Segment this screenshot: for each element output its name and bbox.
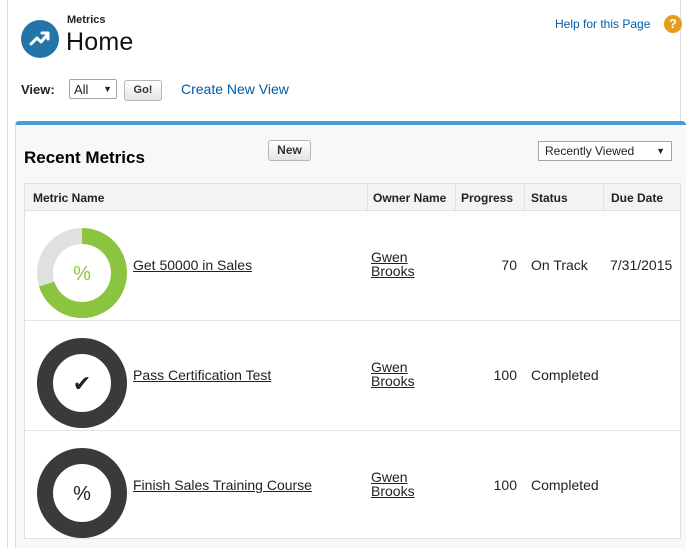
view-select[interactable]: All ▼ xyxy=(69,79,117,99)
status-value: Completed xyxy=(531,367,599,383)
metrics-trend-icon xyxy=(21,20,59,58)
due-date-value: 7/31/2015 xyxy=(610,257,673,273)
recently-viewed-select[interactable]: Recently Viewed ▼ xyxy=(538,141,672,161)
progress-ring: % xyxy=(37,448,127,538)
column-divider xyxy=(524,184,525,210)
progress-value: 100 xyxy=(493,367,517,383)
table-row: ✔ Pass Certification Test Gwen Brooks 10… xyxy=(25,321,680,431)
help-icon[interactable]: ? xyxy=(664,15,682,33)
owner-link[interactable]: Gwen Brooks xyxy=(371,250,415,278)
owner-last: Brooks xyxy=(371,483,415,499)
column-divider xyxy=(603,184,604,210)
page-title: Home xyxy=(66,28,134,56)
help-link[interactable]: Help for this Page xyxy=(555,17,650,31)
column-divider xyxy=(455,184,456,210)
metric-name-link[interactable]: Get 50000 in Sales xyxy=(133,257,252,273)
status-value: On Track xyxy=(531,257,588,273)
view-label: View: xyxy=(21,82,55,97)
percent-icon: % xyxy=(73,483,91,505)
column-header-status[interactable]: Status xyxy=(531,191,568,205)
table-header: Metric Name Owner Name Progress Status D… xyxy=(25,184,680,211)
checkmark-icon: ✔ xyxy=(73,372,91,397)
owner-link[interactable]: Gwen Brooks xyxy=(371,360,415,388)
view-select-value: All xyxy=(74,81,89,97)
column-divider xyxy=(367,184,368,210)
column-header-metric-name[interactable]: Metric Name xyxy=(33,191,104,205)
owner-last: Brooks xyxy=(371,373,415,389)
metrics-table: Metric Name Owner Name Progress Status D… xyxy=(24,183,681,539)
caret-down-icon: ▼ xyxy=(656,146,665,156)
recently-viewed-value: Recently Viewed xyxy=(545,144,635,158)
new-button[interactable]: New xyxy=(268,140,311,161)
column-header-due-date[interactable]: Due Date xyxy=(611,191,663,205)
progress-ring: ✔ xyxy=(37,338,127,428)
table-row: % Finish Sales Training Course Gwen Broo… xyxy=(25,431,680,540)
owner-link[interactable]: Gwen Brooks xyxy=(371,470,415,498)
column-header-owner-name[interactable]: Owner Name xyxy=(373,191,446,205)
progress-value: 100 xyxy=(493,477,517,493)
progress-ring: % xyxy=(37,228,127,318)
status-value: Completed xyxy=(531,477,599,493)
go-button[interactable]: Go! xyxy=(124,80,162,101)
create-new-view-link[interactable]: Create New View xyxy=(181,81,289,97)
metric-name-link[interactable]: Pass Certification Test xyxy=(133,367,271,383)
table-row: % Get 50000 in Sales Gwen Brooks 70 On T… xyxy=(25,211,680,321)
metric-name-link[interactable]: Finish Sales Training Course xyxy=(133,477,312,493)
column-header-progress[interactable]: Progress xyxy=(461,191,513,205)
caret-down-icon: ▼ xyxy=(103,84,112,94)
percent-icon: % xyxy=(73,263,91,285)
progress-value: 70 xyxy=(501,257,517,273)
panel-title: Recent Metrics xyxy=(24,148,145,167)
app-kicker: Metrics xyxy=(67,14,106,26)
owner-last: Brooks xyxy=(371,263,415,279)
